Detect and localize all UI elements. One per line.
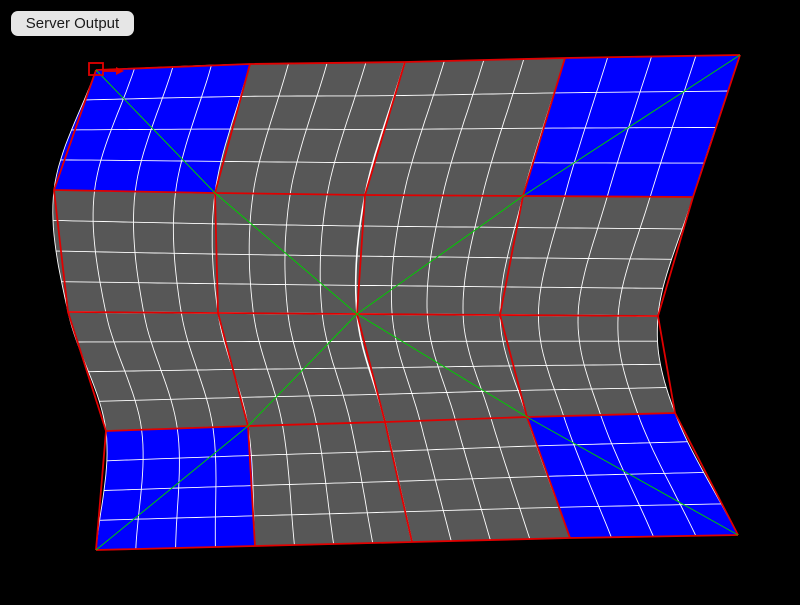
- mesh-cell: [212, 223, 250, 255]
- corner-cell: [215, 485, 254, 517]
- mesh-cell: [359, 195, 404, 227]
- mesh-cell: [322, 194, 365, 226]
- mesh-cell: [393, 226, 437, 257]
- mesh-cell: [320, 225, 360, 257]
- mesh-cell: [427, 314, 467, 342]
- mesh-cell: [133, 191, 176, 223]
- server-output-button[interactable]: Server Output: [11, 11, 134, 36]
- mesh-cell: [173, 223, 213, 254]
- mesh-cell: [249, 254, 286, 285]
- mesh-cell: [578, 287, 623, 316]
- mesh-cell: [289, 483, 330, 515]
- mesh-cell: [618, 315, 658, 342]
- mesh-cell: [618, 341, 661, 365]
- mesh-cell: [579, 341, 623, 366]
- mesh-cell: [253, 313, 294, 342]
- mesh-cell: [174, 253, 215, 284]
- corner-cell: [177, 427, 216, 459]
- corner-cell: [176, 486, 216, 518]
- mesh-cell: [214, 283, 254, 314]
- corner-cell: [141, 428, 180, 460]
- mesh-cell: [427, 256, 469, 287]
- mesh-cell: [212, 254, 251, 285]
- corner-cell: [212, 426, 252, 457]
- mesh-cell: [430, 226, 475, 258]
- mesh-cell: [436, 195, 483, 228]
- mesh-cell: [541, 258, 589, 288]
- mesh-cell: [466, 341, 510, 367]
- warp-mesh-canvas[interactable]: [0, 0, 800, 600]
- mesh-cell: [177, 283, 218, 313]
- mesh-cell: [618, 288, 663, 316]
- mesh-cell: [367, 511, 412, 543]
- corner-cell: [175, 161, 222, 193]
- corner-cell: [99, 489, 142, 521]
- mesh-cell: [391, 256, 431, 287]
- mesh-cell: [325, 482, 368, 514]
- mesh-cell: [468, 227, 515, 258]
- mesh-cell: [329, 512, 373, 544]
- mesh-cell: [253, 161, 297, 195]
- corner-cell: [135, 160, 182, 193]
- mesh-cell: [463, 314, 503, 342]
- mesh-cell: [397, 195, 443, 227]
- mesh-cell: [253, 514, 295, 546]
- mesh-cell: [392, 314, 432, 342]
- mesh-cell: [286, 194, 328, 226]
- corner-cell: [138, 488, 179, 520]
- mesh-cell: [135, 252, 177, 284]
- mesh-cell: [251, 454, 290, 486]
- mesh-cell: [291, 513, 334, 545]
- corner-cell: [175, 516, 216, 548]
- mesh-cell: [282, 424, 322, 455]
- corner-cell: [215, 455, 253, 487]
- mesh-cell: [252, 484, 292, 516]
- warp-viewport[interactable]: [0, 0, 800, 600]
- mesh-cell: [540, 341, 585, 366]
- corner-cell: [104, 459, 144, 491]
- mesh-cell: [93, 221, 135, 253]
- mesh-cell: [391, 285, 428, 315]
- mesh-cell: [133, 222, 175, 254]
- corner-cell: [215, 515, 255, 547]
- mesh-cell: [249, 224, 287, 256]
- mesh-cell: [286, 453, 326, 485]
- mesh-cell: [463, 286, 502, 315]
- mesh-cell: [320, 255, 357, 286]
- mesh-cell: [250, 284, 288, 314]
- mesh-cell: [285, 255, 321, 285]
- mesh-cell: [93, 190, 136, 223]
- mesh-cell: [95, 251, 139, 283]
- mesh-cell: [143, 312, 188, 342]
- mesh-cell: [584, 364, 629, 389]
- mesh-cell: [427, 286, 465, 315]
- corner-cell: [106, 429, 144, 461]
- mesh-cell: [285, 284, 323, 314]
- mesh-cell: [173, 192, 215, 224]
- corner-cell: [135, 518, 177, 549]
- mesh-cell: [500, 286, 541, 316]
- mesh-cell: [578, 315, 619, 342]
- mesh-cell: [538, 287, 582, 316]
- mesh-cell: [250, 193, 291, 225]
- mesh-cell: [622, 364, 667, 389]
- corner-cell: [94, 160, 142, 192]
- mesh-cell: [181, 312, 225, 342]
- mesh-cell: [285, 225, 323, 256]
- mesh-cell: [321, 452, 362, 484]
- mesh-cell: [316, 423, 357, 454]
- mesh-cell: [170, 398, 213, 429]
- mesh-cell: [100, 282, 144, 313]
- mesh-cell: [287, 313, 328, 342]
- mesh-cell: [464, 257, 508, 287]
- mesh-cell: [322, 313, 362, 342]
- mesh-cell: [53, 190, 95, 222]
- mesh-cell: [138, 282, 182, 313]
- mesh-cell: [538, 315, 580, 342]
- corner-cell: [141, 458, 180, 490]
- corner-cell: [178, 456, 216, 488]
- mesh-cell: [248, 425, 287, 456]
- corner-cell: [54, 159, 101, 191]
- mesh-cell: [355, 285, 393, 315]
